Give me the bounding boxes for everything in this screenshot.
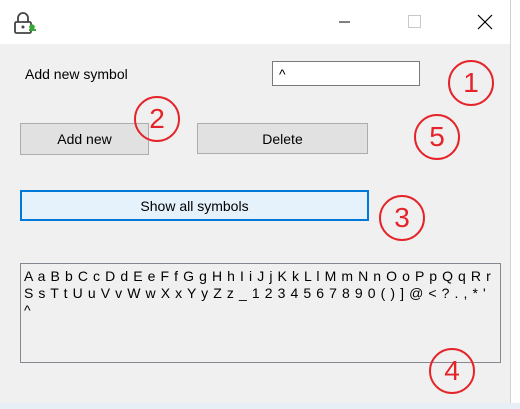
annotation-4: 4 (429, 348, 475, 394)
close-icon (477, 14, 493, 30)
delete-button[interactable]: Delete (197, 123, 368, 154)
title-bar[interactable] (0, 0, 510, 44)
annotation-1: 1 (448, 60, 494, 106)
maximize-icon (408, 15, 421, 28)
background-strip (0, 403, 520, 409)
maximize-button[interactable] (392, 0, 438, 44)
minimize-icon (339, 21, 350, 23)
add-new-symbol-label: Add new symbol (25, 66, 128, 82)
show-all-symbols-button[interactable]: Show all symbols (20, 190, 369, 221)
app-window: Add new symbol Add new Delete Show all s… (0, 0, 511, 408)
lock-key-icon (14, 12, 36, 34)
annotation-2: 2 (134, 96, 180, 142)
annotation-5: 5 (414, 114, 460, 160)
close-button[interactable] (462, 0, 508, 44)
symbols-textbox[interactable]: A a B b C c D d E e F f G g H h I i J j … (20, 263, 501, 363)
minimize-button[interactable] (322, 0, 368, 44)
add-new-button[interactable]: Add new (20, 123, 149, 155)
annotation-3: 3 (379, 195, 425, 241)
symbol-input[interactable] (272, 61, 420, 86)
